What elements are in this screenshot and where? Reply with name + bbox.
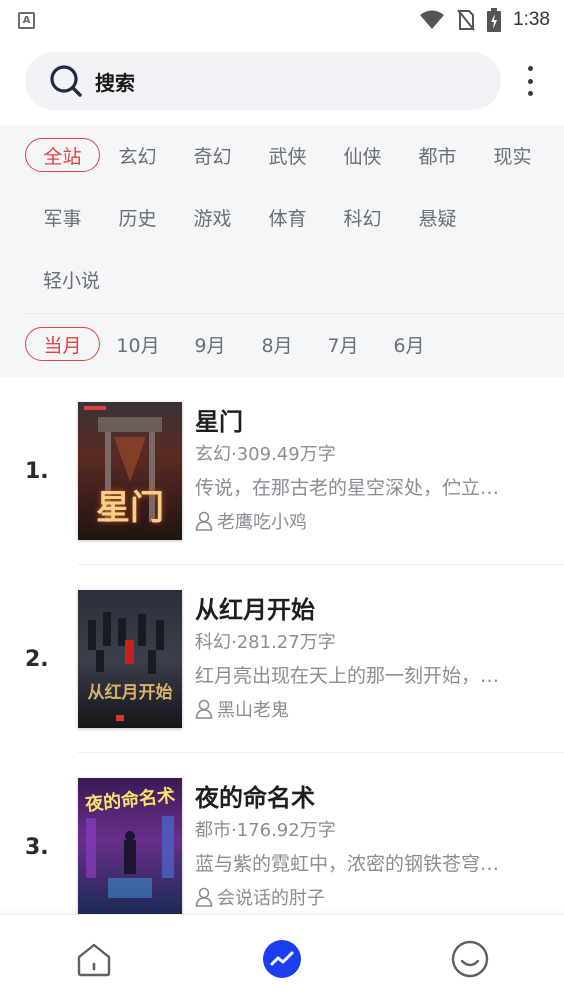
month-chip[interactable]: 6月	[373, 327, 445, 361]
user-icon	[195, 511, 213, 531]
more-menu-icon[interactable]	[520, 66, 540, 96]
category-chip[interactable]: 玄幻	[100, 138, 175, 172]
bottom-navigation	[0, 914, 564, 1002]
author-name: 黑山老鬼	[217, 700, 289, 721]
category-chip[interactable]: 军事	[25, 200, 100, 234]
app-notification-icon: A	[18, 11, 35, 29]
search-row: 搜索	[0, 52, 564, 110]
book-list-item[interactable]: 1. 星门 星门 玄幻·309.49万字 传说，在那古老的星空深处，伫立… 老鹰…	[0, 377, 564, 565]
book-author: 会说话的肘子	[195, 884, 325, 910]
category-chip[interactable]: 体育	[250, 200, 325, 234]
book-cover[interactable]: 从红月开始	[78, 590, 182, 728]
trending-icon	[263, 940, 301, 978]
book-meta: 科幻·281.27万字	[195, 632, 336, 653]
category-chip[interactable]: 轻小说	[25, 262, 120, 296]
book-description: 传说，在那古老的星空深处，伫立…	[195, 477, 500, 499]
category-chip[interactable]: 都市	[400, 138, 475, 172]
status-bar: A 1:38	[0, 0, 564, 40]
profile-tab[interactable]	[450, 939, 490, 979]
battery-charging-icon	[487, 8, 502, 32]
rank-number: 1.	[25, 459, 49, 484]
cover-title: 星门	[96, 488, 164, 528]
book-list-item[interactable]: 2. 从红月开始 从红月开始 科幻·281.27万字 红月亮出现在天上的那一刻开…	[0, 565, 564, 753]
category-chip[interactable]: 悬疑	[400, 200, 475, 234]
category-chip[interactable]: 科幻	[325, 200, 400, 234]
user-icon	[195, 887, 213, 907]
home-tab[interactable]	[74, 939, 114, 979]
search-icon	[50, 65, 82, 97]
book-author: 黑山老鬼	[195, 696, 289, 722]
category-chip[interactable]: 奇幻	[175, 138, 250, 172]
rank-number: 2.	[25, 647, 49, 672]
book-title: 星门	[195, 408, 243, 436]
category-chip[interactable]: 游戏	[175, 200, 250, 234]
book-title: 夜的命名术	[195, 784, 315, 812]
wifi-icon	[420, 10, 445, 29]
month-chip[interactable]: 7月	[307, 327, 379, 361]
book-meta: 玄幻·309.49万字	[195, 444, 336, 465]
category-chip[interactable]: 武侠	[250, 138, 325, 172]
filter-panel: 全站 玄幻 奇幻 武侠 仙侠 都市 现实 军事 历史 游戏 体育 科幻 悬疑 轻…	[0, 125, 564, 377]
user-icon	[195, 699, 213, 719]
book-cover[interactable]: 星门	[78, 402, 182, 540]
book-cover[interactable]: 夜的命名术	[78, 778, 182, 914]
home-icon	[77, 943, 111, 977]
filter-divider	[25, 313, 564, 314]
category-chip[interactable]: 历史	[100, 200, 175, 234]
search-label: 搜索	[95, 70, 135, 95]
author-name: 老鹰吃小鸡	[217, 512, 307, 533]
book-description: 蓝与紫的霓虹中，浓密的钢铁苍穹…	[195, 853, 500, 875]
category-chip-all[interactable]: 全站	[25, 138, 100, 172]
status-time: 1:38	[513, 9, 550, 30]
cover-title: 从红月开始	[87, 683, 173, 703]
book-description: 红月亮出现在天上的那一刻开始，…	[195, 665, 500, 687]
no-sim-icon	[457, 9, 475, 31]
ranking-tab[interactable]	[262, 939, 302, 979]
month-chip[interactable]: 10月	[100, 327, 176, 361]
profile-icon	[451, 940, 489, 978]
author-name: 会说话的肘子	[217, 888, 325, 909]
month-chip-current[interactable]: 当月	[25, 327, 100, 361]
book-meta: 都市·176.92万字	[195, 820, 336, 841]
search-bar[interactable]: 搜索	[25, 52, 501, 110]
month-chip[interactable]: 8月	[241, 327, 313, 361]
category-chip[interactable]: 现实	[475, 138, 550, 172]
book-title: 从红月开始	[195, 596, 315, 624]
book-list-item[interactable]: 3. 夜的命名术 夜的命名术 都市·176.92万字 蓝与紫的霓虹中，浓密的钢铁…	[0, 753, 564, 941]
status-icons: 1:38	[419, 8, 550, 32]
category-chip[interactable]: 仙侠	[325, 138, 400, 172]
month-chip[interactable]: 9月	[174, 327, 246, 361]
rank-number: 3.	[25, 835, 49, 860]
book-author: 老鹰吃小鸡	[195, 508, 307, 534]
